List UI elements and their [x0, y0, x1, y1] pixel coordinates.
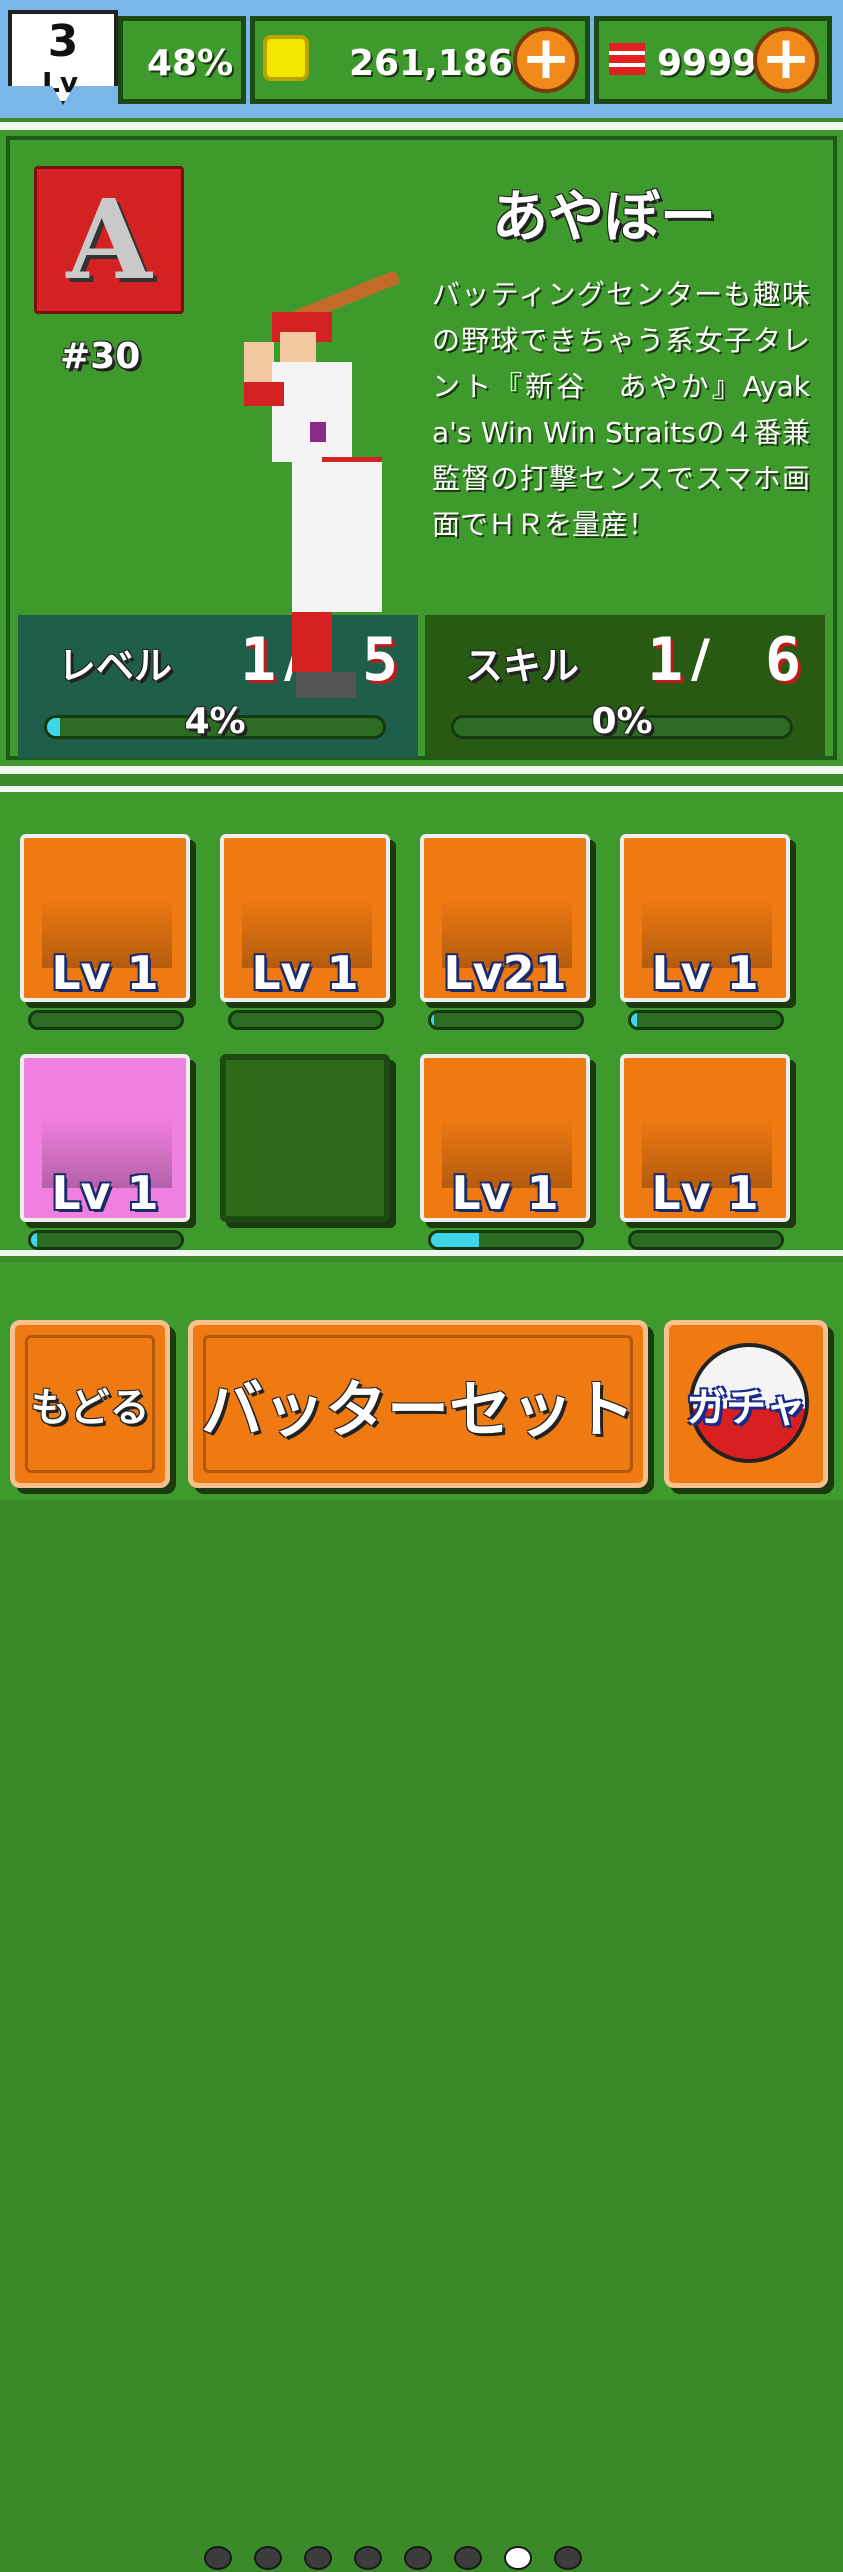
team-logo: A — [34, 166, 184, 314]
page-dot[interactable] — [504, 2546, 532, 2570]
page-dot[interactable] — [204, 2546, 232, 2570]
roster-card-progress-bar — [628, 1230, 784, 1250]
skill-progress-text: 0% — [591, 701, 653, 742]
skill-current: 1 — [647, 625, 684, 695]
roster-card[interactable]: Lv 1 — [420, 1054, 590, 1222]
uniform-number: #30 — [60, 336, 141, 377]
character-name: あやぼー — [492, 185, 716, 250]
batter-sprite — [244, 272, 401, 698]
roster-card-level: Lv 1 — [651, 946, 759, 1000]
level-progress-text: 4% — [184, 701, 246, 742]
roster-card[interactable]: Lv 1 — [620, 1054, 790, 1222]
gacha-button[interactable]: ガチャ — [664, 1320, 828, 1488]
ticket-cell: 9999 + — [594, 16, 832, 104]
roster-card-level: Lv 1 — [451, 1166, 559, 1220]
coin-icon — [263, 35, 309, 81]
set-batter-button-label: バッターセット — [200, 1373, 635, 1446]
roster-card[interactable]: Lv 1 — [20, 834, 190, 1002]
roster-card-empty[interactable] — [220, 1054, 390, 1222]
character-description: バッティングセンターも趣味の野球できちゃう系女子タレント『新谷 あやか』Ayak… — [432, 278, 810, 541]
roster-card-progress-fill — [31, 1233, 37, 1247]
level-label: レベル — [58, 644, 173, 688]
player-level-number: 3 — [47, 16, 79, 67]
skill-stat: スキル 1 / 6 0% — [425, 615, 825, 758]
roster-card-progress-fill — [431, 1013, 434, 1027]
team-logo-letter: A — [66, 175, 152, 304]
roster-card-level: Lv 1 — [51, 1166, 159, 1220]
roster-card-progress-bar — [228, 1010, 384, 1030]
exp-cell: 48% — [118, 16, 246, 104]
roster-card-progress-fill — [631, 1013, 637, 1027]
back-button-label: もどる — [30, 1385, 150, 1431]
back-button[interactable]: もどる — [10, 1320, 170, 1488]
roster-card-progress-bar — [28, 1010, 184, 1030]
coin-cell: 261,186 + — [250, 16, 590, 104]
gacha-button-label: ガチャ — [686, 1385, 806, 1431]
roster-card-progress-bar — [428, 1230, 584, 1250]
player-level-label: Lv — [42, 66, 79, 99]
add-tickets-button[interactable]: + — [753, 27, 819, 93]
roster-card[interactable]: Lv 1 — [220, 834, 390, 1002]
roster-card[interactable]: Lv 1 — [20, 1054, 190, 1222]
exp-percent: 48% — [147, 43, 234, 84]
roster-card-level: Lv 1 — [651, 1166, 759, 1220]
page-dot[interactable] — [454, 2546, 482, 2570]
roster-card[interactable]: Lv 1 — [620, 834, 790, 1002]
roster-card-progress-fill — [431, 1233, 479, 1247]
ticket-icon — [609, 43, 645, 75]
coin-count: 261,186 — [349, 43, 513, 84]
roster-card[interactable]: Lv21 — [420, 834, 590, 1002]
status-bar: 3 Lv 48% 261,186 + 9999 + — [0, 0, 843, 118]
skill-label: スキル — [465, 644, 580, 688]
roster-card-progress-bar — [428, 1010, 584, 1030]
ticket-count: 9999 — [657, 43, 758, 84]
roster-card-progress-bar — [628, 1010, 784, 1030]
add-coins-button[interactable]: + — [513, 27, 579, 93]
bottom-bar: もどる バッターセット ガチャ — [0, 1262, 843, 2570]
skill-separator: / — [691, 629, 710, 689]
roster-grid: Lv 1 Lv 1 Lv21 Lv 1 Lv 1 Lv 1 Lv 1 — [0, 786, 843, 1256]
character-panel: A #30 あやぼー バッティングセンターも趣味の野球できちゃう系女子タレント『… — [0, 122, 843, 774]
page-dot[interactable] — [554, 2546, 582, 2570]
set-batter-button[interactable]: バッターセット — [188, 1320, 648, 1488]
roster-card-level: Lv 1 — [251, 946, 359, 1000]
roster-card-level: Lv 1 — [51, 946, 159, 1000]
page-dot[interactable] — [404, 2546, 432, 2570]
skill-max: 6 — [765, 625, 802, 695]
page-dot[interactable] — [304, 2546, 332, 2570]
player-level-badge: 3 Lv — [8, 10, 118, 105]
roster-card-progress-bar — [28, 1230, 184, 1250]
roster-card-level: Lv21 — [443, 946, 567, 1000]
page-dot[interactable] — [254, 2546, 282, 2570]
page-dot[interactable] — [354, 2546, 382, 2570]
